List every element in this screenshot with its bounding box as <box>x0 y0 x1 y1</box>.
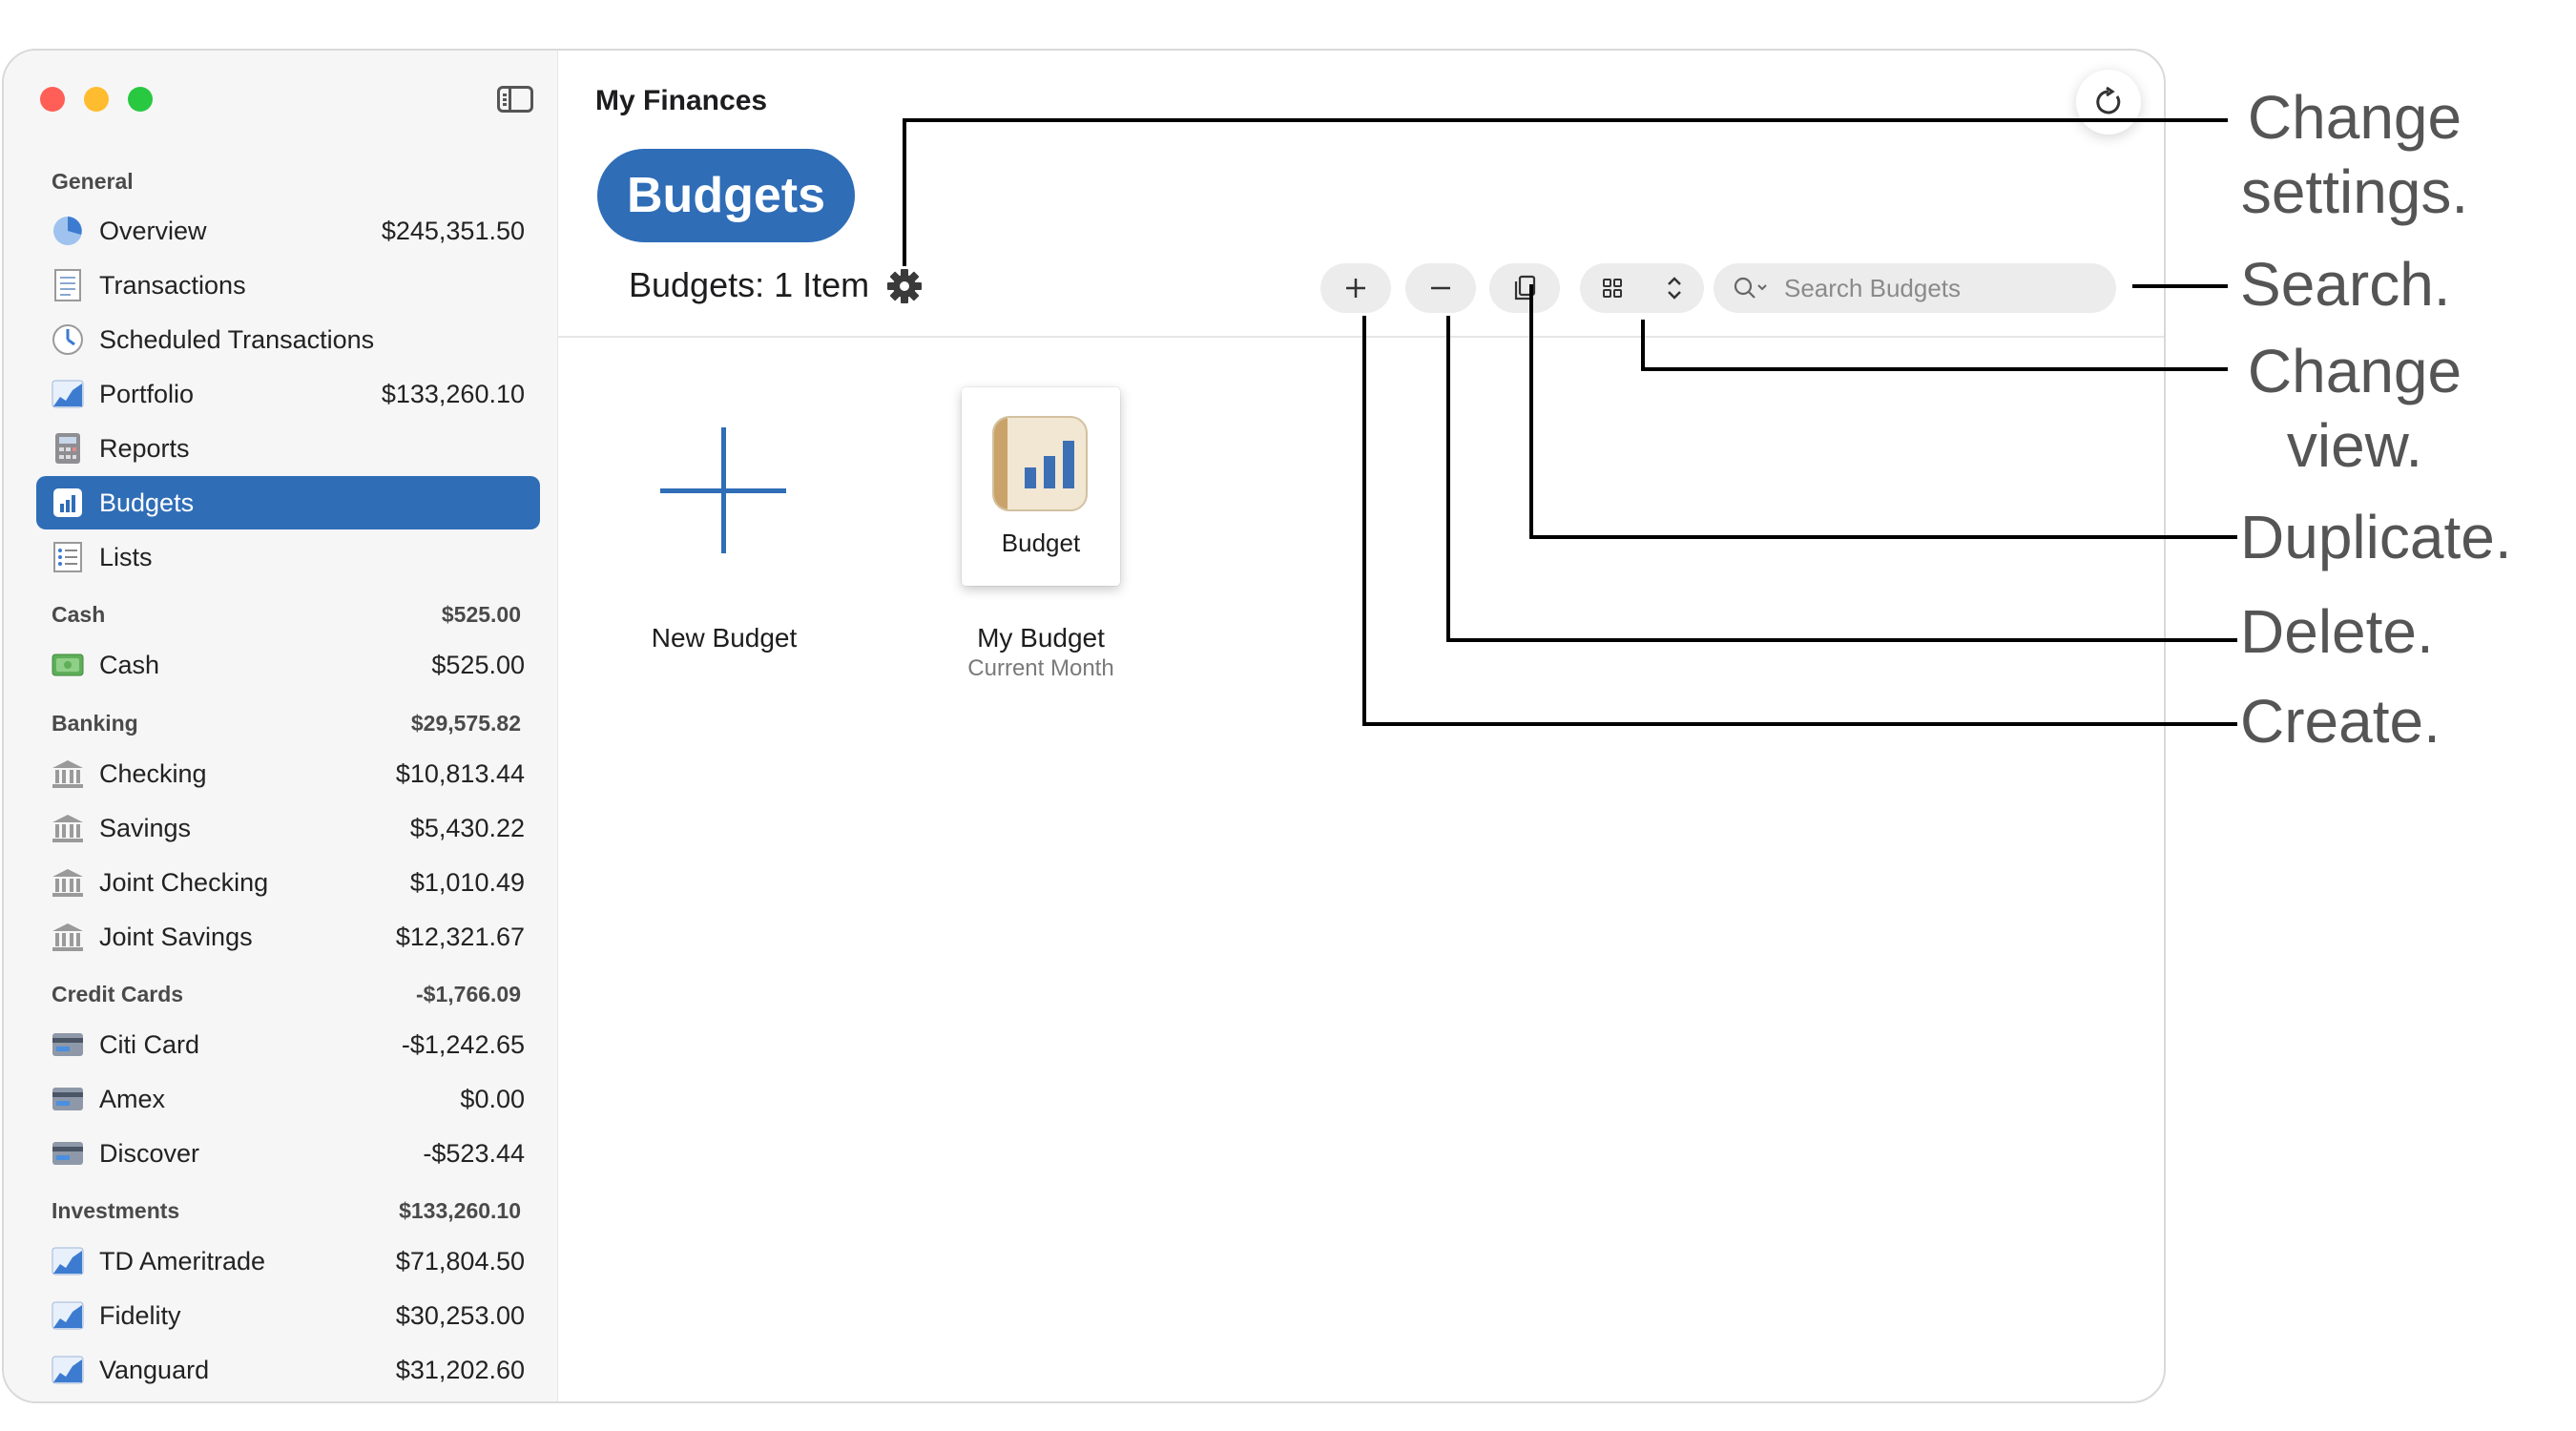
callout-search: Search. <box>2240 250 2451 319</box>
callout-change-settings: Change settings. <box>2240 83 2469 226</box>
callout-create: Create. <box>2240 687 2441 756</box>
callout-change-view: Change view. <box>2247 337 2462 480</box>
callout-lines <box>903 118 2237 726</box>
callout-delete: Delete. <box>2240 597 2434 666</box>
callout-duplicate: Duplicate. <box>2240 503 2512 571</box>
